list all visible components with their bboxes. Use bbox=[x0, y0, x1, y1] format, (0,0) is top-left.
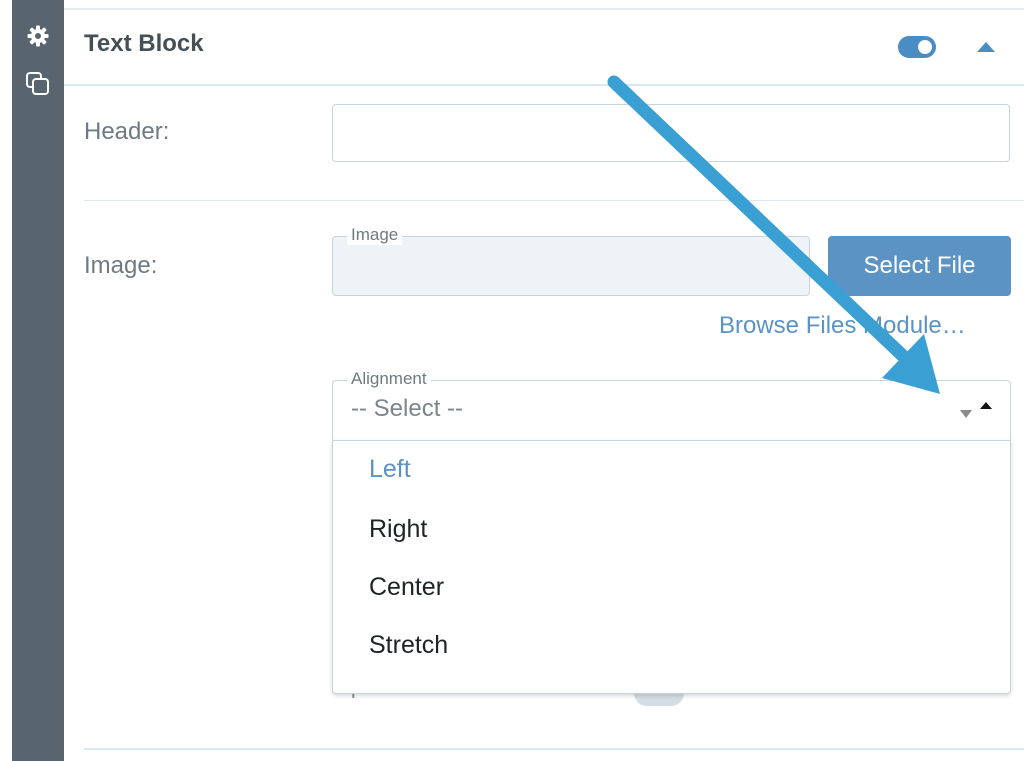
bottom-divider bbox=[84, 748, 1024, 750]
toggle-knob bbox=[918, 40, 932, 54]
window-edge bbox=[0, 0, 12, 761]
side-toolbar bbox=[12, 0, 64, 761]
option-right[interactable]: Right bbox=[369, 515, 427, 544]
alignment-dropdown: Left Right Center Stretch bbox=[332, 440, 1011, 694]
alignment-select[interactable]: Alignment -- Select -- bbox=[332, 369, 1011, 440]
chevron-up-icon[interactable] bbox=[975, 40, 997, 54]
option-stretch[interactable]: Stretch bbox=[369, 631, 448, 660]
block-enabled-toggle[interactable] bbox=[898, 36, 936, 58]
sort-arrows-icon[interactable] bbox=[960, 400, 996, 420]
row-divider bbox=[84, 200, 1024, 201]
copy-icon[interactable] bbox=[24, 70, 52, 98]
header-label: Header: bbox=[84, 118, 170, 145]
browse-files-link[interactable]: Browse Files Module… bbox=[719, 312, 966, 340]
select-file-button[interactable]: Select File bbox=[828, 236, 1011, 296]
option-left[interactable]: Left bbox=[369, 455, 411, 484]
image-field[interactable]: Image bbox=[332, 225, 810, 296]
image-label: Image: bbox=[84, 252, 158, 279]
image-floating-label: Image bbox=[347, 225, 403, 245]
header-divider bbox=[64, 84, 1024, 86]
panel-border bbox=[64, 8, 1024, 10]
option-center[interactable]: Center bbox=[369, 573, 444, 602]
header-input[interactable] bbox=[332, 104, 1010, 162]
alignment-floating-label: Alignment bbox=[347, 369, 431, 389]
gear-icon[interactable] bbox=[24, 22, 52, 50]
panel-title: Text Block bbox=[84, 30, 204, 57]
alignment-selected-value: -- Select -- bbox=[351, 395, 464, 422]
